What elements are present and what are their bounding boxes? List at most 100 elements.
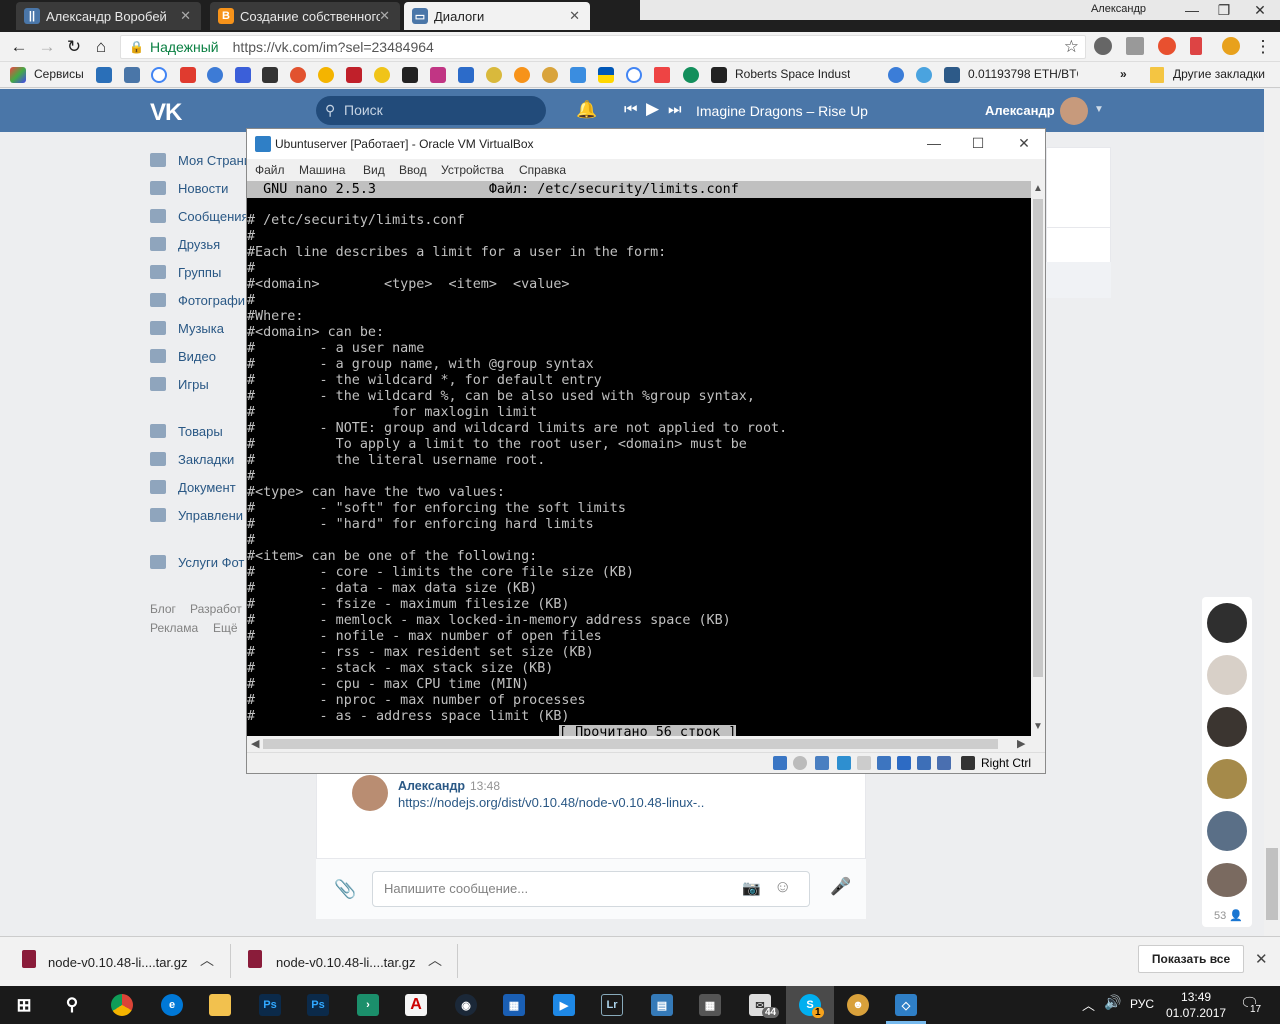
acrobat-icon[interactable]: A [400,989,432,1021]
vbox-menu-view[interactable]: Вид [363,163,385,177]
file-explorer-icon[interactable] [204,989,236,1021]
menu-my-page[interactable]: Моя Страни [150,150,251,170]
vbox-menu-machine[interactable]: Машина [299,163,345,177]
horizontal-scroll-thumb[interactable] [263,739,998,749]
chevron-up-icon[interactable]: ︿ [200,950,214,970]
bookmark-icon[interactable] [180,67,196,83]
scroll-left-icon[interactable]: ◀ [251,737,259,750]
menu-games[interactable]: Игры [150,374,209,394]
bookmark-icon[interactable] [944,67,960,83]
bookmark-icon[interactable] [262,67,278,83]
menu-messages[interactable]: Сообщения [150,206,249,226]
app-icon[interactable]: ▦ [498,989,530,1021]
footer-more-link[interactable]: Ещё [213,621,238,635]
extension-icon[interactable] [1126,37,1144,55]
bookmark-icon[interactable] [318,67,334,83]
bookmark-icon[interactable] [346,67,362,83]
camera-icon[interactable]: 📷 [742,879,761,897]
vbox-maximize-icon[interactable]: ☐ [963,135,993,152]
menu-bookmarks[interactable]: Закладки [150,449,234,469]
bookmark-icon[interactable] [570,67,586,83]
apps-icon[interactable] [10,67,26,83]
instagram-bookmark-icon[interactable] [430,67,446,83]
menu-friends[interactable]: Друзья [150,234,220,254]
app-icon[interactable]: › [352,989,384,1021]
back-icon[interactable]: ← [8,36,30,58]
photoshop-icon[interactable]: Ps [254,989,286,1021]
close-icon[interactable]: ✕ [569,8,580,24]
message-link[interactable]: https://nodejs.org/dist/v0.10.48/node-v0… [398,795,704,810]
clock[interactable]: 13:49 01.07.2017 [1166,989,1226,1021]
other-bookmarks[interactable]: Другие закладки [1173,67,1265,81]
minimize-icon[interactable]: — [1176,0,1208,20]
close-icon[interactable]: ✕ [180,8,191,24]
display-icon[interactable] [897,756,911,770]
bookmark-icon[interactable] [916,67,932,83]
prev-track-icon[interactable]: ⏮ [624,101,638,118]
scroll-down-icon[interactable]: ▼ [1033,721,1043,732]
close-icon[interactable]: ✕ [379,8,390,24]
url-text[interactable]: https://vk.com/im?sel=23484964 [233,39,434,55]
vbox-close-icon[interactable]: ✕ [1009,135,1039,152]
chevron-up-icon[interactable]: ︿ [1082,995,1095,1014]
bookmark-icon[interactable] [374,67,390,83]
scroll-right-icon[interactable]: ▶ [1017,737,1025,750]
scrollbar-thumb[interactable] [1266,848,1278,920]
tab-dialogs[interactable]: ▭ Диалоги ✕ [404,2,590,30]
extension-icon[interactable] [1190,37,1202,55]
menu-manage[interactable]: Управлени [150,505,243,525]
menu-goods[interactable]: Товары [150,421,223,441]
vbox-menu-help[interactable]: Справка [519,163,566,177]
menu-services[interactable]: Услуги Фот [150,552,244,572]
gmail-bookmark-icon[interactable] [654,67,670,83]
chevron-down-icon[interactable]: ▼ [1094,104,1104,115]
bookmark-icon[interactable] [235,67,251,83]
search-input[interactable]: ⚲ Поиск [316,96,546,125]
show-all-button[interactable]: Показать все [1138,945,1244,973]
search-icon[interactable]: ⚲ [56,989,88,1021]
vbox-menu-devices[interactable]: Устройства [441,163,504,177]
usb-icon[interactable] [857,756,871,770]
friend-avatar[interactable] [1207,863,1247,897]
download-item[interactable]: node-v0.10.48-li....tar.gz [48,955,187,970]
rsi-bookmark-icon[interactable] [711,67,727,83]
shared-folder-icon[interactable] [877,756,891,770]
message-avatar[interactable] [352,775,388,811]
vk-bookmark-icon[interactable] [124,67,140,83]
extension-icon[interactable] [1094,37,1112,55]
friend-avatar[interactable] [1207,759,1247,799]
media-player-icon[interactable]: ▶ [548,989,580,1021]
virtualbox-taskbar-icon[interactable]: ◇ [890,989,922,1021]
bookmark-star-icon[interactable]: ☆ [1064,37,1079,57]
emoji-icon[interactable]: ☺ [774,877,791,897]
recording-icon[interactable] [917,756,931,770]
vbox-menu-file[interactable]: Файл [255,163,285,177]
avatar[interactable] [1060,97,1088,125]
bookmark-icon[interactable] [486,67,502,83]
apps-bookmark[interactable]: Сервисы [34,67,84,81]
extension-icon[interactable] [1222,37,1240,55]
menu-music[interactable]: Музыка [150,318,224,338]
google-bookmark-icon[interactable] [626,67,642,83]
paperclip-icon[interactable]: 📎 [334,879,356,900]
menu-video[interactable]: Видео [150,346,216,366]
photoshop-icon[interactable]: Ps [302,989,334,1021]
dialogs-sidebar-selected[interactable] [1046,262,1111,298]
optical-drive-icon[interactable] [793,756,807,770]
edge-icon[interactable]: e [156,989,188,1021]
menu-groups[interactable]: Группы [150,262,221,282]
chevron-up-icon[interactable]: ︿ [428,950,442,970]
friend-avatar[interactable] [1207,707,1247,747]
steam-icon[interactable]: ◉ [450,989,482,1021]
maximize-icon[interactable]: ❐ [1208,0,1240,20]
friend-avatar[interactable] [1207,603,1247,643]
menu-photos[interactable]: Фотографи [150,290,245,310]
tab-bitcoin[interactable]: B Создание собственного ✕ [210,2,400,30]
header-user-name[interactable]: Александр [985,103,1055,118]
menu-icon[interactable]: ⋮ [1252,36,1274,58]
skype-icon[interactable]: S1 [794,989,826,1021]
microphone-icon[interactable]: 🎤 [830,877,851,897]
forward-icon[interactable]: → [36,36,58,58]
friend-avatar[interactable] [1207,811,1247,851]
bookmark-icon[interactable] [207,67,223,83]
